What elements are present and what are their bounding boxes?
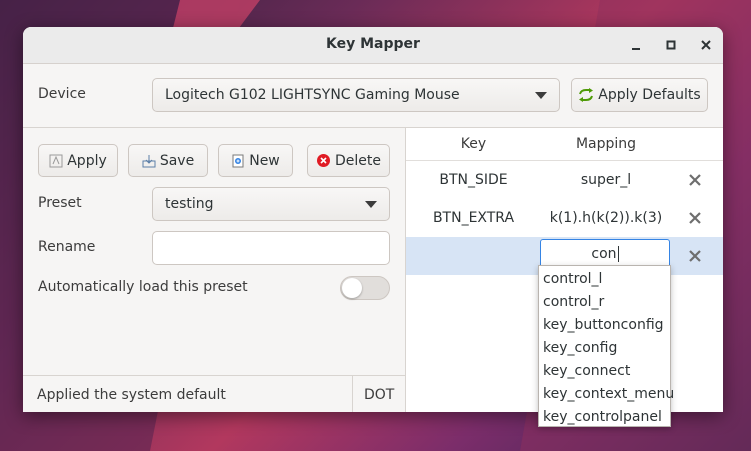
autoload-label: Automatically load this preset [38,279,248,295]
maximize-icon [666,40,676,50]
autocomplete-item[interactable]: control_l [543,267,602,290]
apply-button[interactable]: Apply [38,144,118,177]
delete-row-icon[interactable] [688,173,702,187]
apply-icon [49,154,63,167]
rename-input[interactable] [152,231,390,265]
autoload-toggle[interactable] [340,276,390,300]
mapping-cell[interactable]: k(1).h(k(2)).k(3) [541,199,671,237]
status-bar: Applied the system default DOT [23,375,405,412]
chevron-down-icon [365,201,377,208]
device-dropdown-value: Logitech G102 LIGHTSYNC Gaming Mouse [165,87,460,103]
minimize-icon [632,48,640,50]
table-row[interactable]: BTN_SIDE super_l [406,161,723,199]
table-row[interactable]: BTN_EXTRA k(1).h(k(2)).k(3) [406,199,723,237]
save-icon [142,154,156,167]
delete-row-icon[interactable] [688,249,702,263]
apply-defaults-label: Apply Defaults [598,87,701,103]
key-cell: BTN_EXTRA [432,210,515,226]
rename-label: Rename [38,239,96,255]
apply-defaults-button[interactable]: Apply Defaults [571,78,708,112]
autocomplete-item[interactable]: key_controlpanel [543,405,662,428]
device-row: Device Logitech G102 LIGHTSYNC Gaming Mo… [23,64,723,128]
autocomplete-item[interactable]: key_context_menu [543,382,674,405]
autocomplete-item[interactable]: key_buttonconfig [543,313,664,336]
new-button[interactable]: New [218,144,293,177]
swap-arrows-icon [579,88,594,102]
delete-row-icon[interactable] [688,211,702,225]
maximize-button[interactable] [661,35,681,55]
close-window-button[interactable] [696,35,716,55]
column-header-mapping[interactable]: Mapping [541,128,671,160]
autocomplete-item[interactable]: control_r [543,290,604,313]
minimize-button[interactable] [626,35,646,55]
key-cell [406,237,541,275]
mapping-cell[interactable]: super_l [541,161,671,199]
autocomplete-popup: control_l control_r key_buttonconfig key… [538,265,674,428]
device-dropdown[interactable]: Logitech G102 LIGHTSYNC Gaming Mouse [152,78,560,112]
preset-dropdown[interactable]: testing [152,187,390,221]
autocomplete-item[interactable]: key_config [543,336,617,359]
delete-label: Delete [335,152,381,169]
device-label: Device [38,86,86,102]
column-header-key[interactable]: Key [406,128,541,160]
status-mode: DOT [364,387,395,403]
preset-label: Preset [38,195,82,211]
text-cursor [617,246,619,262]
delete-icon [317,154,330,167]
chevron-down-icon [535,92,547,99]
save-button[interactable]: Save [128,144,208,177]
window-title: Key Mapper [326,36,420,52]
autocomplete-item[interactable]: key_connect [543,359,630,382]
new-label: New [249,152,280,169]
status-message: Applied the system default [37,387,226,403]
new-document-icon [232,154,244,167]
preset-dropdown-value: testing [165,196,214,212]
toggle-knob [342,278,362,298]
delete-button[interactable]: Delete [307,144,390,177]
key-cell: BTN_SIDE [439,172,508,188]
apply-label: Apply [67,152,107,169]
close-icon [701,40,711,50]
preset-panel: Apply Save New Delete Preset testing Ren… [23,128,405,412]
save-label: Save [159,152,195,169]
mapping-edit-value: con [591,246,617,262]
title-bar[interactable]: Key Mapper [23,27,723,64]
status-divider [352,376,353,412]
